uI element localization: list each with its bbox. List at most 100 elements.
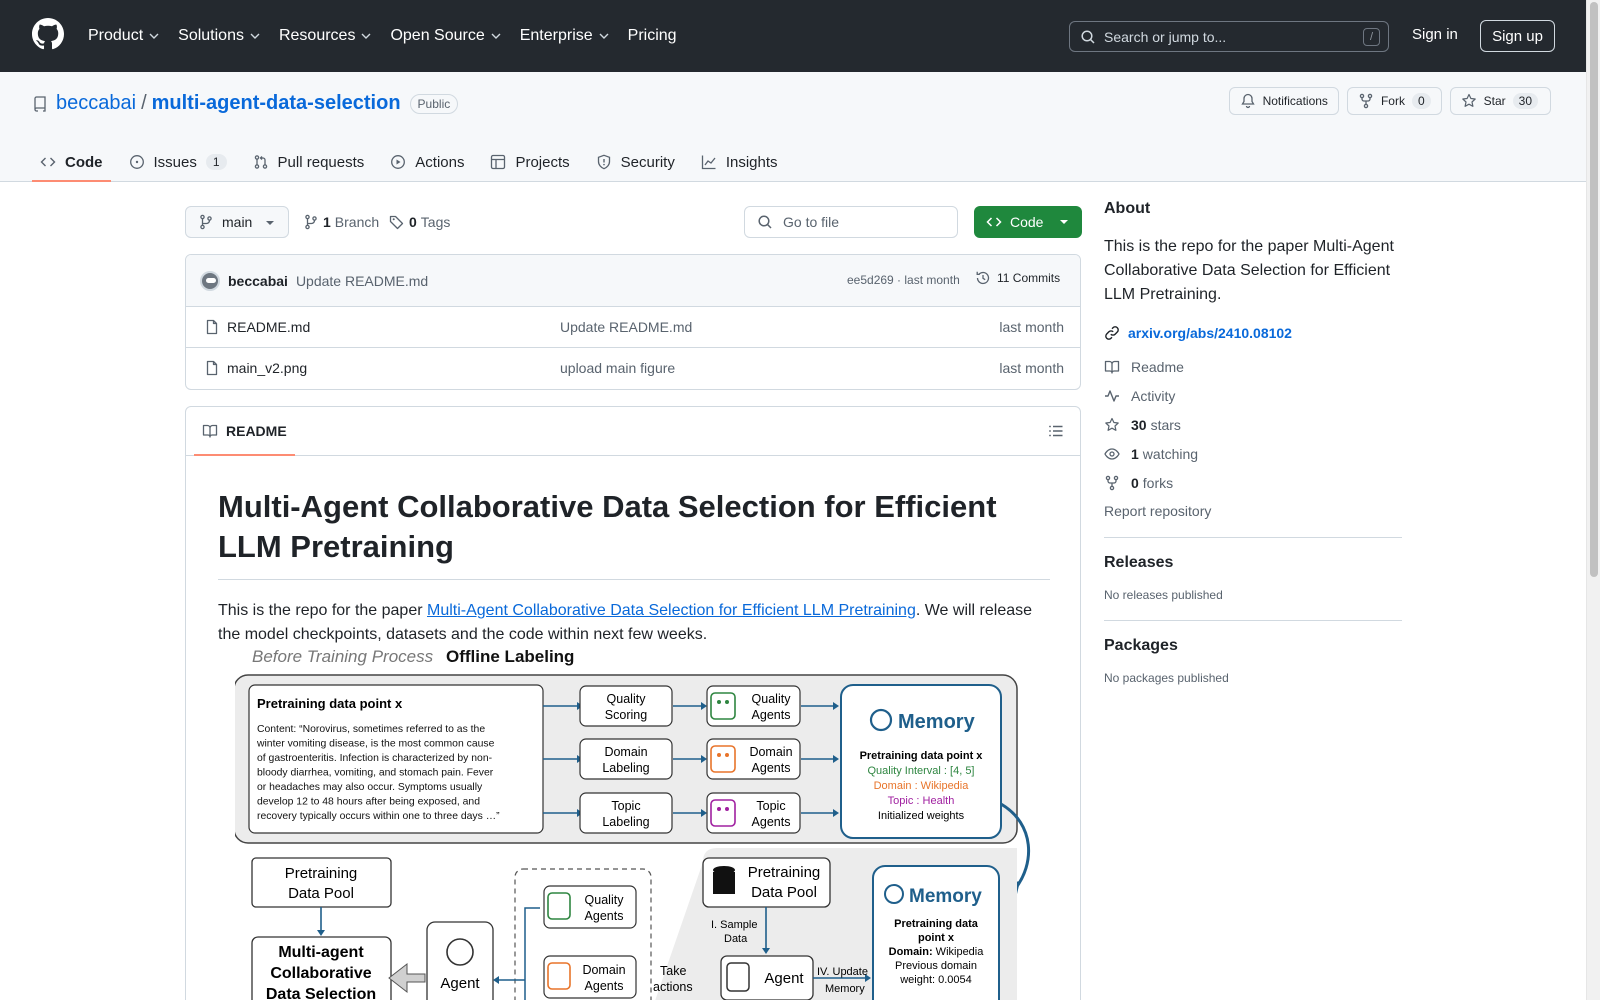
file-commit-message[interactable]: Update README.md: [560, 319, 692, 335]
repo-name-link[interactable]: multi-agent-data-selection: [152, 92, 401, 115]
tab-label: Security: [620, 153, 675, 171]
task-label: Domain: [604, 745, 647, 759]
intro-text: This is the repo for the paper: [218, 602, 427, 619]
agent-label: Quality: [752, 692, 792, 706]
tab-security[interactable]: Security: [588, 144, 683, 180]
stars-label: stars: [1150, 417, 1181, 433]
memory-line: Pretraining data point x: [860, 750, 984, 762]
agent-label: Agents: [585, 909, 624, 923]
tab-code[interactable]: Code: [32, 144, 111, 182]
tab-actions[interactable]: Actions: [382, 144, 472, 180]
scrollbar-thumb[interactable]: [1590, 2, 1598, 577]
nav-label: Solutions: [178, 27, 244, 44]
branch-selector[interactable]: main: [185, 206, 289, 238]
nav-open-source[interactable]: Open Source: [390, 20, 501, 52]
nav-enterprise[interactable]: Enterprise: [520, 20, 610, 52]
forks-link[interactable]: 0 forks: [1104, 474, 1402, 492]
paper-link[interactable]: Multi-Agent Collaborative Data Selection…: [427, 602, 916, 619]
fork-icon: [1105, 475, 1119, 491]
table-row[interactable]: README.md Update README.md last month: [186, 307, 1080, 348]
file-name-link[interactable]: main_v2.png: [227, 360, 307, 376]
website-link[interactable]: arxiv.org/abs/2410.08102: [1104, 325, 1402, 341]
chevron-down-icon: [599, 33, 609, 39]
tab-issues[interactable]: Issues 1: [121, 144, 235, 180]
readme-link[interactable]: Readme: [1104, 358, 1402, 376]
memory-line: Quality Interval : [4, 5]: [868, 765, 975, 777]
play-circle-icon: [391, 155, 406, 169]
mac-label: Collaborative: [270, 965, 371, 982]
graph-icon: [701, 155, 716, 170]
commits-count: 11 Commits: [997, 271, 1061, 285]
commits-link[interactable]: 11 Commits: [975, 270, 1060, 286]
pool2-label: Data Pool: [751, 884, 817, 901]
commit-author[interactable]: beccabai: [228, 273, 288, 289]
tab-projects[interactable]: Projects: [482, 144, 577, 180]
file-icon: [206, 319, 218, 335]
repo-title: beccabai / multi-agent-data-selection Pu…: [32, 92, 459, 115]
table-row[interactable]: main_v2.png upload main figure last mont…: [186, 348, 1080, 389]
watchers-link[interactable]: 1 watching: [1104, 445, 1402, 463]
list-icon[interactable]: [1048, 423, 1064, 439]
page-scrollbar[interactable]: [1586, 0, 1600, 1000]
fork-icon: [1359, 93, 1373, 109]
sign-up-button[interactable]: Sign up: [1480, 20, 1555, 52]
branch-icon: [200, 214, 212, 230]
star-icon: [1105, 417, 1119, 431]
fork-label: Fork: [1380, 94, 1405, 108]
activity-link[interactable]: Activity: [1104, 387, 1402, 405]
nav-solutions[interactable]: Solutions: [178, 20, 261, 52]
repo-owner-link[interactable]: beccabai: [56, 92, 136, 115]
about-heading: About: [1104, 200, 1151, 217]
stars-link[interactable]: 30 stars: [1104, 416, 1402, 434]
memory2-line: Previous domain: [895, 960, 977, 972]
task-label: Labeling: [602, 815, 649, 829]
eye-icon: [1104, 448, 1120, 460]
readme-title: Multi-Agent Collaborative Data Selection…: [218, 487, 1050, 580]
memory-title: Memory: [898, 711, 976, 733]
releases-heading[interactable]: Releases: [1104, 554, 1402, 572]
nav-resources[interactable]: Resources: [279, 20, 372, 52]
readme-tab-label: README: [226, 423, 287, 439]
nav-pricing[interactable]: Pricing: [628, 20, 677, 52]
github-logo-icon[interactable]: [32, 18, 64, 50]
history-icon: [976, 271, 990, 285]
nav-product[interactable]: Product: [88, 20, 160, 52]
go-to-file-input[interactable]: Go to file: [744, 206, 958, 238]
code-dropdown-button[interactable]: Code: [974, 206, 1082, 238]
tab-label: Code: [65, 153, 103, 171]
fork-button[interactable]: Fork 0: [1346, 87, 1442, 115]
website-link-text: arxiv.org/abs/2410.08102: [1128, 325, 1292, 341]
issues-count: 1: [205, 154, 227, 170]
commit-message[interactable]: Update README.md: [296, 273, 428, 289]
search-input[interactable]: Search or jump to... /: [1069, 21, 1389, 52]
sign-in-link[interactable]: Sign in: [1412, 26, 1458, 43]
latest-commit-bar: beccabai Update README.md ee5d269 · last…: [186, 255, 1080, 307]
figure-subtitle: Before Training Process: [252, 647, 434, 666]
file-commit-message[interactable]: upload main figure: [560, 360, 675, 376]
content-line: or headaches may also occur. Symptoms us…: [257, 782, 483, 793]
file-name-link[interactable]: README.md: [227, 319, 310, 335]
readme-tab[interactable]: README: [194, 407, 295, 456]
packages-heading[interactable]: Packages: [1104, 637, 1402, 655]
branches-link[interactable]: 1 Branch: [303, 214, 379, 230]
avatar[interactable]: [200, 270, 220, 291]
tags-link[interactable]: 0 Tags: [389, 214, 450, 230]
search-shortcut-key: /: [1363, 28, 1380, 46]
packages-empty: No packages published: [1104, 671, 1229, 685]
content-line: recovery typically occurs within one to …: [257, 811, 500, 822]
content-line: develop 12 to 48 hours after being expos…: [257, 797, 480, 808]
report-repository-link[interactable]: Report repository: [1104, 503, 1402, 519]
tag-icon: [389, 215, 404, 230]
memory2-line: point x: [918, 932, 955, 944]
branch-count-label: Branch: [334, 214, 380, 230]
star-button[interactable]: Star 30: [1449, 87, 1551, 115]
nav-label: Product: [88, 27, 144, 44]
search-icon: [1081, 29, 1095, 44]
tab-pull-requests[interactable]: Pull requests: [245, 144, 373, 180]
notifications-button[interactable]: Notifications: [1228, 87, 1339, 115]
commit-sha-time[interactable]: ee5d269 · last month: [847, 273, 960, 287]
branch-count: 1: [323, 214, 331, 230]
star-count: 30: [1512, 93, 1538, 109]
tab-insights[interactable]: Insights: [693, 144, 786, 180]
readme-link-label: Readme: [1131, 359, 1184, 375]
